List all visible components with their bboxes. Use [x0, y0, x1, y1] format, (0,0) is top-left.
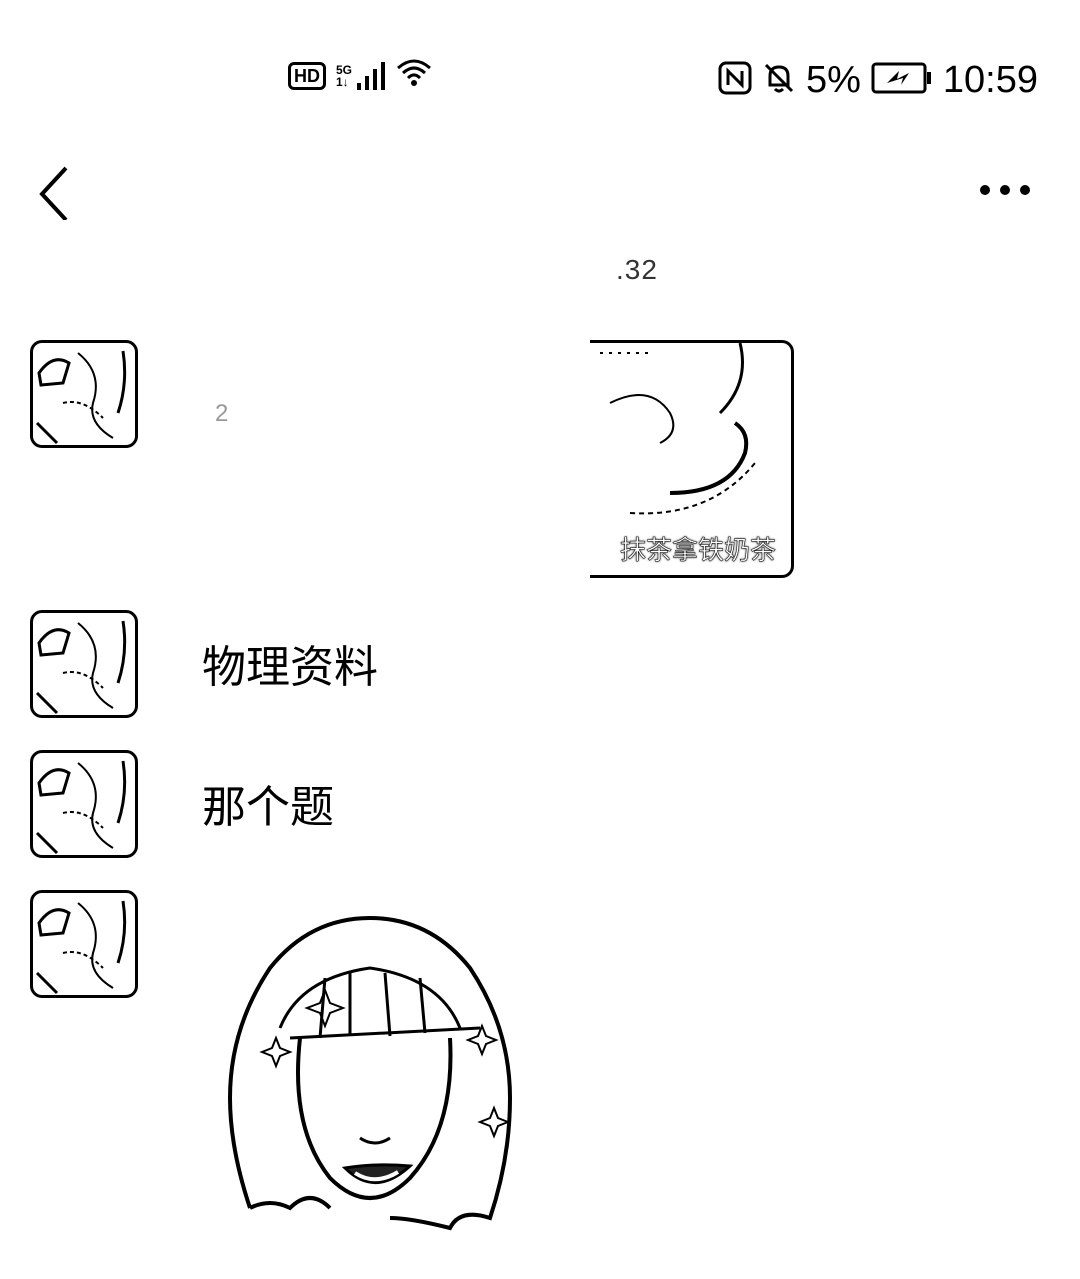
message-text[interactable]: 那个题	[202, 780, 334, 836]
avatar[interactable]	[30, 750, 138, 858]
avatar-sketch-icon	[35, 350, 127, 445]
more-options-button[interactable]	[970, 170, 1040, 210]
status-bar-left: HD 5G 1↓	[288, 58, 432, 93]
message-row: 物理资料	[30, 610, 1050, 720]
girl-smiling-sticker-icon	[227, 915, 513, 1231]
message-row-image: 2 抹茶拿铁奶茶	[30, 340, 1050, 580]
signal-icon: 5G 1↓	[336, 61, 386, 91]
avatar-sketch-icon	[35, 620, 127, 715]
avatar[interactable]	[30, 340, 138, 448]
sticker-message[interactable]	[210, 908, 530, 1238]
image-message[interactable]: 抹茶拿铁奶茶	[590, 340, 794, 578]
message-text[interactable]: 物理资料	[202, 640, 378, 696]
more-dots-icon	[980, 185, 1030, 195]
status-bar-right: 5% 10:59	[718, 56, 1038, 104]
avatar[interactable]	[30, 890, 138, 998]
avatar-sketch-icon	[35, 760, 127, 855]
faint-message-text: 2	[215, 400, 231, 427]
message-row: 那个题	[30, 750, 1050, 860]
image-caption: 抹茶拿铁奶茶	[620, 536, 777, 567]
clock: 10:59	[942, 59, 1038, 101]
avatar-sketch-icon	[35, 900, 127, 995]
message-timestamp: .32	[616, 254, 658, 285]
chat-header	[0, 150, 1080, 230]
status-bar: HD 5G 1↓ 5% 10:59	[0, 0, 1080, 150]
chevron-left-icon	[39, 166, 68, 222]
avatar[interactable]	[30, 610, 138, 718]
battery-charging-icon	[871, 61, 933, 100]
wifi-icon	[396, 58, 432, 93]
bell-muted-icon	[762, 61, 796, 100]
back-button[interactable]	[28, 160, 88, 222]
hd-icon: HD	[288, 61, 326, 90]
battery-percent: 5%	[805, 59, 861, 101]
network-type-label: 5G	[336, 62, 353, 77]
message-row-sticker	[30, 890, 1050, 1250]
nfc-icon	[718, 61, 752, 100]
